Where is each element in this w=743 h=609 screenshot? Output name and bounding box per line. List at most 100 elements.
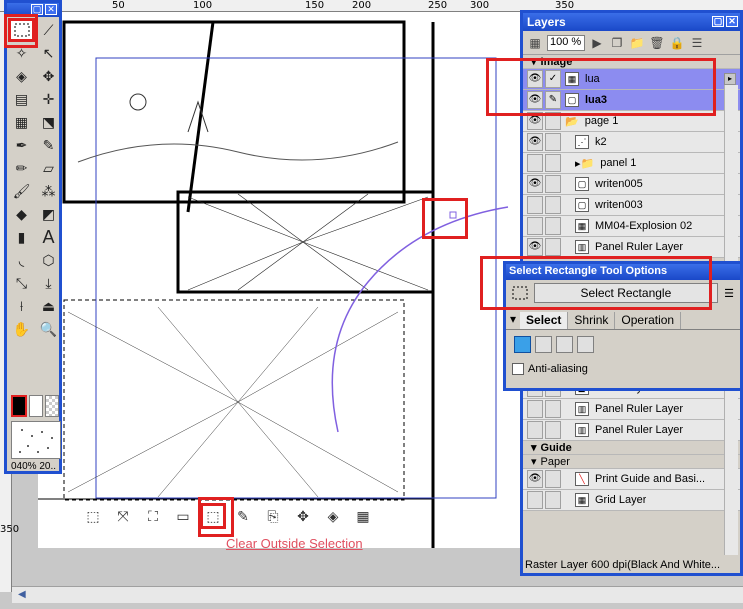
pencil-tool[interactable]: ✏ — [9, 157, 34, 179]
lock-toggle[interactable] — [545, 196, 561, 214]
frame-tool[interactable]: ▦ — [9, 111, 34, 133]
minimize-icon[interactable]: ▢ — [712, 16, 724, 27]
eye-icon[interactable] — [527, 400, 543, 418]
layer-row[interactable]: 👁 ╲ Print Guide and Basi... ▸ — [523, 469, 740, 490]
lock-toggle[interactable] — [545, 154, 561, 172]
tone-tool[interactable]: ⤓ — [36, 272, 61, 294]
lock-toggle[interactable] — [545, 421, 561, 439]
lock-toggle[interactable] — [545, 491, 561, 509]
copy-selection-icon[interactable]: ⎘ — [262, 505, 284, 527]
move-tool[interactable]: ✛ — [36, 88, 61, 110]
new-layer-icon[interactable]: ❐ — [609, 35, 625, 51]
subtract-selection-button[interactable] — [556, 336, 573, 353]
tool-preset-dropdown[interactable]: Select Rectangle — [533, 283, 719, 303]
layer-row[interactable]: ▸📁 panel 1 ▸ — [523, 153, 740, 174]
transparent-color-swatch[interactable] — [45, 395, 59, 417]
layer-move-tool[interactable]: ✥ — [36, 65, 61, 87]
lock-toggle[interactable] — [545, 470, 561, 488]
scroll-left-icon[interactable]: ◀ — [18, 589, 26, 600]
play-icon[interactable]: ▶ — [589, 35, 605, 51]
add-selection-button[interactable] — [535, 336, 552, 353]
close-icon[interactable]: ✕ — [45, 4, 57, 15]
eye-icon[interactable] — [527, 196, 543, 214]
tab-shrink[interactable]: Shrink — [568, 312, 616, 329]
zoom-tool[interactable]: 🔍 — [36, 318, 61, 340]
tool-options-title[interactable]: Select Rectangle Tool Options — [506, 264, 740, 280]
check-icon[interactable]: ✓ — [545, 70, 561, 88]
polygon-tool[interactable]: ⬡ — [36, 249, 61, 271]
eye-icon[interactable] — [527, 491, 543, 509]
eye-icon[interactable] — [527, 217, 543, 235]
trash-icon[interactable]: 🗑 — [649, 35, 665, 51]
fill-selection-icon[interactable]: ✎ — [232, 505, 254, 527]
eye-icon[interactable] — [527, 421, 543, 439]
white-color-swatch[interactable] — [29, 395, 43, 417]
ruler-tool[interactable]: ▤ — [9, 88, 34, 110]
text-tool[interactable]: A — [36, 226, 61, 248]
tools-titlebar[interactable]: ▢ ✕ — [7, 3, 59, 17]
layer-row[interactable]: ▦ MM04-Explosion 02 ▸ — [523, 216, 740, 237]
layers-titlebar[interactable]: Layers ▢ ✕ — [523, 13, 740, 31]
paint-selection-icon[interactable]: ◈ — [322, 505, 344, 527]
layer-row[interactable]: 👁 ⋰ k2 ▸ — [523, 132, 740, 153]
lock-toggle[interactable] — [545, 133, 561, 151]
new-selection-button[interactable] — [514, 336, 531, 353]
select-rectangle-tool[interactable] — [8, 18, 35, 42]
pen-tool[interactable]: ✒ — [9, 134, 34, 156]
pattern-tool[interactable]: ◩ — [36, 203, 61, 225]
stamp-tool[interactable]: ⏏ — [36, 295, 61, 317]
eye-icon[interactable]: 👁 — [527, 70, 543, 88]
layer-select-tool[interactable]: ◈ — [9, 65, 34, 87]
layer-row[interactable]: 👁 📂 page 1 ▸ — [523, 111, 740, 132]
eye-icon[interactable]: 👁 — [527, 238, 543, 256]
curve-tool[interactable]: ◟ — [9, 249, 34, 271]
transform-tool[interactable]: ⬔ — [36, 111, 61, 133]
antialias-checkbox[interactable] — [512, 363, 524, 375]
minimize-icon[interactable]: ▢ — [31, 4, 43, 15]
invert-selection-icon[interactable]: ▭ — [172, 505, 194, 527]
layer-row[interactable]: 👁 ▢ writen005 ▸ — [523, 174, 740, 195]
object-select-tool[interactable]: ↖ — [36, 42, 61, 64]
layer-row[interactable]: ▢ writen003 ▸ — [523, 195, 740, 216]
layer-options-icon[interactable]: ▸ — [724, 73, 736, 85]
eye-icon[interactable]: 👁 — [527, 112, 543, 130]
layer-row[interactable]: 👁 ▥ Panel Ruler Layer ▸ — [523, 237, 740, 258]
manga-page[interactable] — [38, 12, 523, 548]
scale-selection-icon[interactable]: ⛶ — [142, 505, 164, 527]
layer-row[interactable]: 👁 ✓ ▦ lua ▸ — [523, 69, 740, 90]
clear-outside-icon[interactable]: ⬚ — [200, 503, 226, 529]
tab-operation[interactable]: Operation — [615, 312, 682, 329]
layer-row[interactable]: ▥ Panel Ruler Layer ▸ — [523, 399, 740, 420]
layer-row[interactable]: 👁✎ ▢ lua3 ▸ — [523, 90, 740, 111]
correct-line-tool[interactable]: ⤡ — [9, 272, 34, 294]
collapse-icon[interactable]: ▾ — [506, 312, 520, 329]
tone-selection-icon[interactable]: ▦ — [352, 505, 374, 527]
gradient-tool[interactable]: ▮ — [9, 226, 34, 248]
eye-icon[interactable]: 👁 — [527, 91, 543, 109]
lock-toggle[interactable] — [545, 217, 561, 235]
eye-icon[interactable]: 👁 — [527, 175, 543, 193]
black-color-swatch[interactable] — [11, 395, 27, 417]
tab-select[interactable]: Select — [520, 312, 569, 329]
move-selection-icon[interactable]: ✥ — [292, 505, 314, 527]
fill-tool[interactable]: ◆ — [9, 203, 34, 225]
eraser-tool[interactable]: ▱ — [36, 157, 61, 179]
brush-tool[interactable]: 🖌 — [9, 180, 34, 202]
lock-toggle[interactable] — [545, 175, 561, 193]
lock-icon[interactable]: 🔒 — [669, 35, 685, 51]
pencil-icon[interactable]: ✎ — [545, 91, 561, 109]
hand-tool[interactable]: ✋ — [9, 318, 34, 340]
deselect-icon[interactable]: ⬚ — [82, 505, 104, 527]
eye-icon[interactable]: 👁 — [527, 470, 543, 488]
transform-selection-icon[interactable]: ⤧ — [112, 505, 134, 527]
eye-icon[interactable] — [527, 154, 543, 172]
lock-toggle[interactable] — [545, 238, 561, 256]
eye-icon[interactable]: 👁 — [527, 133, 543, 151]
layer-group-image[interactable]: ▾ Image — [523, 55, 740, 69]
close-icon[interactable]: ✕ — [726, 16, 738, 27]
lock-toggle[interactable] — [545, 112, 561, 130]
intersect-selection-button[interactable] — [577, 336, 594, 353]
layer-group-paper[interactable]: ▾ Paper — [523, 455, 740, 469]
menu-icon[interactable]: ☰ — [724, 287, 734, 300]
opacity-field[interactable]: 100 % — [547, 34, 585, 51]
